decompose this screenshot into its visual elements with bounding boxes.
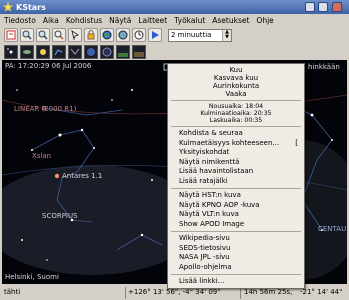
popup-object-constellation: Vaaka xyxy=(225,90,247,98)
menu-help[interactable]: Ohje xyxy=(256,16,273,25)
menu-add-link[interactable]: Lisää linkki... xyxy=(168,277,304,287)
menu-angular-distance-label: Kulmaetäisyys kohteeseen... xyxy=(179,138,280,147)
time-step-value: 2 minuuttia xyxy=(171,30,212,39)
stars-toggle-icon[interactable] xyxy=(4,44,18,59)
menu-details[interactable]: Yksityiskohdat xyxy=(168,148,304,158)
telescope-icon[interactable] xyxy=(116,28,130,42)
clock-icon[interactable] xyxy=(132,28,146,42)
sky-corner-label: hinkkään xyxy=(308,63,340,71)
horizon-icon[interactable] xyxy=(116,44,130,59)
window-title: KStars xyxy=(16,2,46,12)
info-icon[interactable] xyxy=(4,28,18,42)
popup-transit-time: Kulminaatioaika: 20:35 xyxy=(200,110,272,117)
menu-center-track[interactable]: Kohdista & seuraa xyxy=(168,129,304,139)
zoom-in-icon[interactable] xyxy=(20,28,34,42)
status-object: tähti xyxy=(4,288,21,296)
popup-divider xyxy=(171,231,301,232)
milky-way-icon[interactable] xyxy=(84,44,98,59)
menu-show-label[interactable]: Näytä nimikenttä xyxy=(168,158,304,168)
menu-seds[interactable]: SEDS-tietosivu xyxy=(168,244,304,254)
popup-divider xyxy=(171,188,301,189)
deep-sky-toggle-icon[interactable] xyxy=(20,44,34,59)
play-icon[interactable] xyxy=(148,28,162,42)
status-coords: +126° 13' 56", -4° 34' 09" xyxy=(128,288,221,296)
menu-kpno-image[interactable]: Näytä KPNO AOP -kuva xyxy=(168,201,304,211)
cursor-icon[interactable] xyxy=(68,28,82,42)
object-context-menu: Kuu Kasvava kuu Aurinkokunta Vaaka Nousu… xyxy=(167,63,305,289)
menu-devices[interactable]: Laitteet xyxy=(138,16,167,25)
status-alt: -21° 14' 44" xyxy=(300,288,343,296)
menu-apollo[interactable]: Apollo-ohjelma xyxy=(168,263,304,273)
solar-system-toggle-icon[interactable] xyxy=(36,44,50,59)
close-button[interactable] xyxy=(332,2,342,12)
find-icon[interactable] xyxy=(52,28,66,42)
scorpius-label: SCORPIUS xyxy=(42,212,78,220)
title-bar: KStars xyxy=(0,0,349,14)
xslan-label: Xslan xyxy=(32,152,52,160)
popup-rise-time: Nousuaika: 18:04 xyxy=(208,103,264,110)
popup-divider xyxy=(171,126,301,127)
ground-icon[interactable] xyxy=(132,44,146,59)
lock-icon[interactable] xyxy=(84,28,98,42)
menu-vlt-image[interactable]: Näytä VLT:n kuva xyxy=(168,210,304,220)
comet-label: LINEAR (2000 R1) xyxy=(14,105,77,113)
kstars-app-icon xyxy=(3,2,13,12)
menu-apod-image[interactable]: Show APOD Image xyxy=(168,220,304,230)
menu-hst-image[interactable]: Näytä HST:n kuva xyxy=(168,191,304,201)
globe-icon[interactable] xyxy=(100,28,114,42)
menu-settings[interactable]: Asetukset xyxy=(212,16,249,25)
spin-arrows-icon[interactable]: ▲ ▼ xyxy=(222,29,231,41)
menu-angular-distance[interactable]: Kulmaetäisyys kohteeseen... [ xyxy=(168,139,304,149)
menu-view[interactable]: Näytä xyxy=(109,16,131,25)
menu-add-trail[interactable]: Lisää ratajälki xyxy=(168,177,304,187)
maximize-button[interactable] xyxy=(318,2,328,12)
location-label: Helsinki, Suomi xyxy=(5,273,59,281)
menu-wikipedia[interactable]: Wikipedia-sivu xyxy=(168,234,304,244)
popup-object-phase: Kasvava kuu xyxy=(213,74,259,82)
antares-label: Antares 1.1 xyxy=(62,172,103,180)
centaurus-label: CENTAU xyxy=(318,225,347,233)
status-separator xyxy=(125,287,126,299)
view-toolbar xyxy=(0,43,349,60)
submenu-marker: [ xyxy=(295,138,298,147)
menu-time[interactable]: Aika xyxy=(43,16,59,25)
menu-add-observing-list[interactable]: Lisää havaintolistaan xyxy=(168,167,304,177)
grid-icon[interactable] xyxy=(100,44,114,59)
status-time: 14h 56m 25s, xyxy=(244,288,293,296)
constellation-lines-icon[interactable] xyxy=(52,44,66,59)
menu-nasa-jpl[interactable]: NASA JPL -sivu xyxy=(168,253,304,263)
minimize-button[interactable] xyxy=(305,2,315,12)
menu-file[interactable]: Tiedosto xyxy=(4,16,36,25)
popup-object-name: Kuu xyxy=(229,66,243,74)
menu-pointing[interactable]: Kohdistus xyxy=(66,16,102,25)
sky-datetime: PA: 17:20:29 06 Jul 2006 xyxy=(5,62,92,70)
popup-object-type: Aurinkokunta xyxy=(212,82,260,90)
time-step-spinbox[interactable]: 2 minuuttia ▲ ▼ xyxy=(168,28,232,42)
menu-tools[interactable]: Työkalut xyxy=(174,16,205,25)
popup-divider xyxy=(171,100,301,101)
constellation-names-icon[interactable] xyxy=(68,44,82,59)
main-toolbar: 2 minuuttia ▲ ▼ xyxy=(0,27,349,43)
popup-set-time: Laskuaika: 00:35 xyxy=(209,117,263,124)
menu-bar: Tiedosto Aika Kohdistus Näytä Laitteet T… xyxy=(0,14,349,27)
popup-divider xyxy=(171,274,301,275)
zoom-out-icon[interactable] xyxy=(36,28,50,42)
